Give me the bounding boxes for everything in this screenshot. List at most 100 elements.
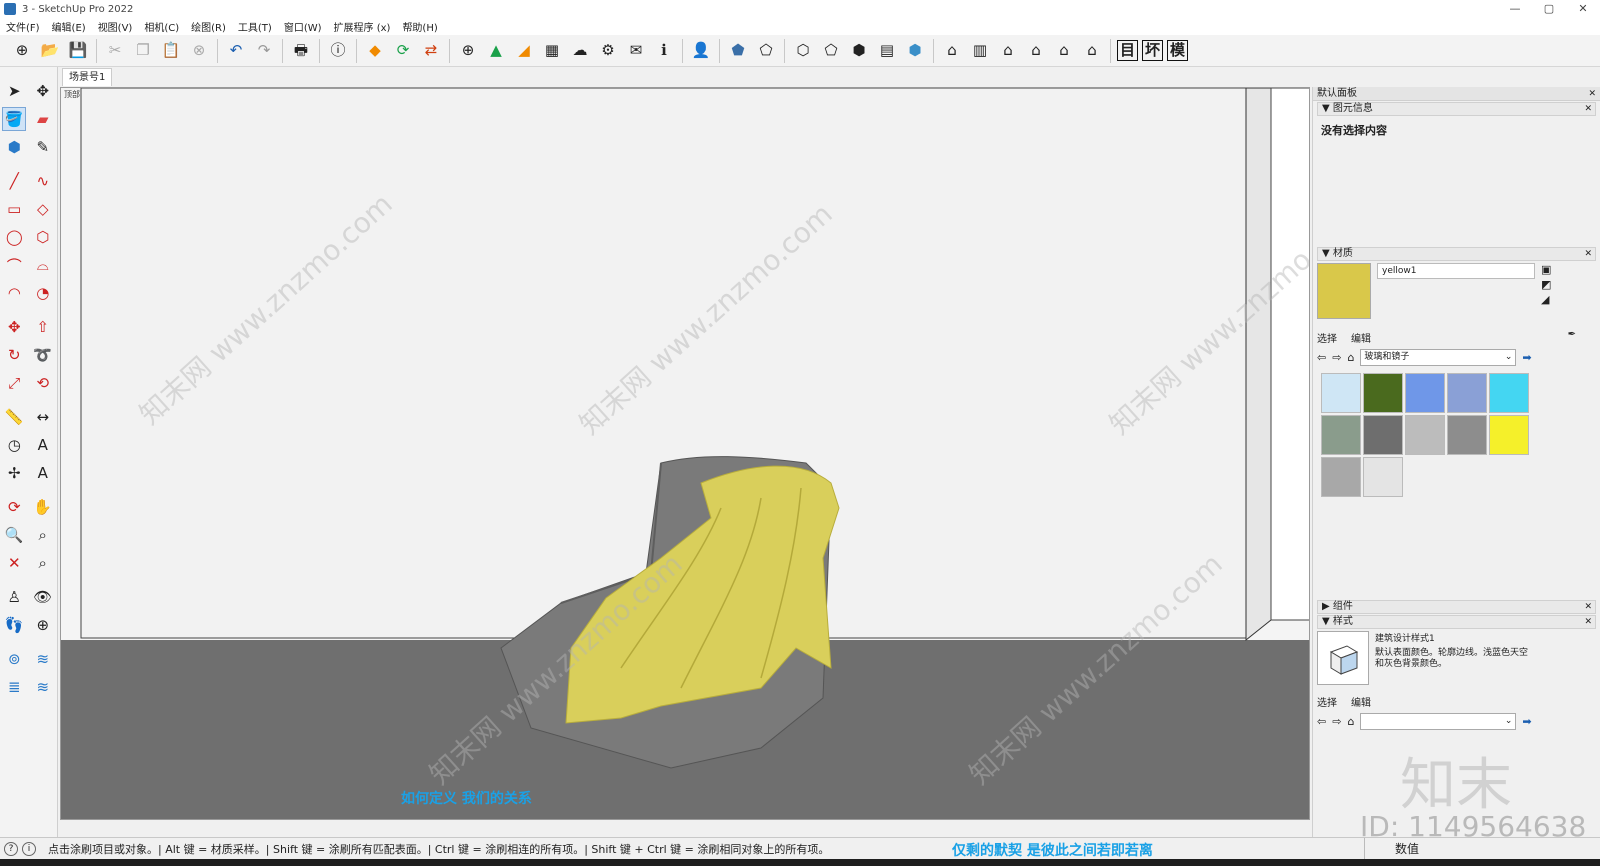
eyedropper-icon[interactable]: ✒ — [1568, 329, 1576, 340]
paste-icon[interactable]: 📋 — [159, 39, 183, 63]
follow-me-icon[interactable]: ➰ — [31, 343, 55, 367]
back-arrow-icon[interactable]: ⇦ — [1317, 351, 1326, 364]
previous-view-icon[interactable]: ⌕ — [31, 551, 55, 575]
material-swatch-cell[interactable] — [1405, 373, 1445, 413]
plugin-bad-button[interactable]: 坏 — [1142, 40, 1163, 61]
maximize-button[interactable]: ▢ — [1532, 0, 1566, 18]
select-tool-icon[interactable]: ➤ — [2, 79, 26, 103]
styles-header[interactable]: ▼ 样式 ✕ — [1317, 615, 1596, 629]
protractor-icon[interactable]: ◷ — [2, 433, 26, 457]
back-arrow-icon[interactable]: ⇦ — [1317, 715, 1326, 728]
move-tool-icon[interactable]: ✥ — [2, 315, 26, 339]
checker-icon[interactable]: ▦ — [540, 39, 564, 63]
line-tool-icon[interactable]: ╱ — [2, 169, 26, 193]
minimize-button[interactable]: — — [1498, 0, 1532, 18]
add-circle-icon[interactable]: ⊕ — [456, 39, 480, 63]
top-view-icon[interactable]: ▥ — [968, 39, 992, 63]
entity-info-header[interactable]: ▼ 图元信息 ✕ — [1317, 102, 1596, 116]
transfer-icon[interactable]: ⇄ — [419, 39, 443, 63]
material-swatch-cell[interactable] — [1363, 373, 1403, 413]
push-pull-icon[interactable]: ⇧ — [31, 315, 55, 339]
tape-measure-icon[interactable]: 📏 — [2, 405, 26, 429]
menu-extensions[interactable]: 扩展程序 (x) — [334, 19, 391, 34]
menu-edit[interactable]: 编辑(E) — [52, 19, 86, 34]
geo-location-icon[interactable]: ? — [4, 841, 18, 856]
style-library-select[interactable]: ⌄ — [1360, 712, 1517, 730]
cloud-upload-icon[interactable]: ☁ — [568, 39, 592, 63]
front-view-icon[interactable]: ⌂ — [996, 39, 1020, 63]
polygon-tool-icon[interactable]: ⬡ — [31, 225, 55, 249]
menu-help[interactable]: 帮助(H) — [402, 19, 437, 34]
sandbox-smoove-icon[interactable]: ≣ — [2, 675, 26, 699]
details-arrow-icon[interactable]: ➡ — [1522, 715, 1531, 728]
menu-window[interactable]: 窗口(W) — [284, 19, 322, 34]
scale-tool-icon[interactable]: ⤢ — [2, 371, 26, 395]
back-edges-icon[interactable]: ⬠ — [754, 39, 778, 63]
circle-tool-icon[interactable]: ◯ — [2, 225, 26, 249]
look-around-icon[interactable]: 👁 — [31, 585, 55, 609]
components-header[interactable]: ▶ 组件 ✕ — [1317, 600, 1596, 614]
material-name-field[interactable]: yellow1 — [1377, 263, 1535, 279]
forward-arrow-icon[interactable]: ⇨ — [1332, 715, 1341, 728]
scene-tab[interactable]: 场景号1 — [62, 68, 113, 86]
sandbox-contours-icon[interactable]: ⊚ — [2, 647, 26, 671]
material-swatch-cell[interactable] — [1447, 373, 1487, 413]
material-swatch-cell[interactable] — [1489, 415, 1529, 455]
copy-icon[interactable]: ❐ — [131, 39, 155, 63]
modeling-viewport[interactable]: 顶部 知末网 www.znzmo.com 知末网 www.znzmo.com 知… — [60, 87, 1310, 820]
material-swatch-cell[interactable] — [1321, 457, 1361, 497]
close-icon[interactable]: ✕ — [1584, 616, 1592, 628]
shaded-textures-icon[interactable]: ▤ — [875, 39, 899, 63]
redo-icon[interactable]: ↷ — [252, 39, 276, 63]
tab-edit[interactable]: 编辑 — [1351, 330, 1371, 345]
make-component-icon[interactable]: ⬢ — [2, 135, 26, 159]
materials-header[interactable]: ▼ 材质 ✕ — [1317, 247, 1596, 261]
print-icon[interactable]: 🖶 — [289, 39, 313, 63]
style-name[interactable]: 建筑设计样式1 — [1375, 631, 1535, 644]
tab-select[interactable]: 选择 — [1317, 330, 1337, 345]
create-material-icon[interactable]: ◩ — [1541, 278, 1551, 291]
menu-draw[interactable]: 绘图(R) — [191, 19, 226, 34]
xray-icon[interactable]: ⬟ — [726, 39, 750, 63]
new-file-icon[interactable]: ⊕ — [10, 39, 34, 63]
material-swatch-cell[interactable] — [1363, 415, 1403, 455]
measurements-box[interactable]: 数值 — [1364, 838, 1600, 860]
walk-tool-icon[interactable]: 👣 — [2, 613, 26, 637]
menu-file[interactable]: 文件(F) — [6, 19, 40, 34]
warehouse-tree-icon[interactable]: ▲ — [484, 39, 508, 63]
tag-tool-icon[interactable]: ✎ — [31, 135, 55, 159]
mail-icon[interactable]: ✉ — [624, 39, 648, 63]
forward-arrow-icon[interactable]: ⇨ — [1332, 351, 1341, 364]
dimension-tool-icon[interactable]: ↔ — [31, 405, 55, 429]
display-secondary-icon[interactable]: ▣ — [1541, 263, 1551, 276]
rectangle-tool-icon[interactable]: ▭ — [2, 197, 26, 221]
gear-icon[interactable]: ⚙ — [596, 39, 620, 63]
sandbox-scratch-icon[interactable]: ≋ — [31, 647, 55, 671]
material-swatch-cell[interactable] — [1489, 373, 1529, 413]
model-info-icon[interactable]: ⓘ — [326, 39, 350, 63]
orbit-tool-icon[interactable]: ⟳ — [2, 495, 26, 519]
tab-select[interactable]: 选择 — [1317, 694, 1337, 709]
pie-tool-icon[interactable]: ◔ — [31, 281, 55, 305]
details-arrow-icon[interactable]: ➡ — [1522, 351, 1531, 364]
open-folder-icon[interactable]: 📂 — [38, 39, 62, 63]
text-tool-icon[interactable]: A — [31, 433, 55, 457]
user-icon[interactable]: 👤 — [689, 39, 713, 63]
zoom-extents-icon[interactable]: ✕ — [2, 551, 26, 575]
arc-tool-icon[interactable]: ⌒ — [2, 253, 26, 277]
right-view-icon[interactable]: ⌂ — [1024, 39, 1048, 63]
material-swatch-cell[interactable] — [1363, 457, 1403, 497]
close-button[interactable]: ✕ — [1566, 0, 1600, 18]
erase-icon[interactable]: ⊗ — [187, 39, 211, 63]
material-swatch-cell[interactable] — [1321, 373, 1361, 413]
wireframe-icon[interactable]: ⬡ — [791, 39, 815, 63]
rotated-rectangle-icon[interactable]: ◇ — [31, 197, 55, 221]
position-camera-icon[interactable]: ♙ — [2, 585, 26, 609]
close-icon[interactable]: ✕ — [1588, 87, 1596, 101]
pan-tool-icon[interactable]: ✋ — [31, 495, 55, 519]
plugin-table-button[interactable]: 目 — [1117, 40, 1138, 61]
style-thumbnail[interactable] — [1317, 631, 1369, 685]
info-icon[interactable]: ℹ — [652, 39, 676, 63]
close-icon[interactable]: ✕ — [1584, 601, 1592, 613]
plugin-model-button[interactable]: 模 — [1167, 40, 1188, 61]
